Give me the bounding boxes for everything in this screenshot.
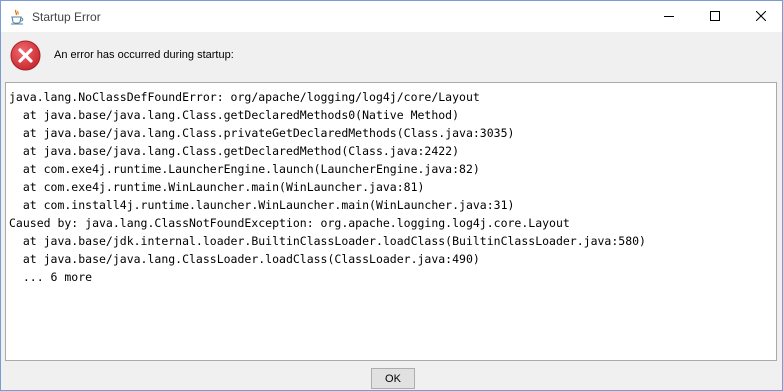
maximize-button[interactable] bbox=[692, 1, 737, 32]
trace-line: at java.base/java.lang.Class.getDeclared… bbox=[9, 144, 460, 158]
trace-line: at com.exe4j.runtime.WinLauncher.main(Wi… bbox=[9, 180, 425, 194]
close-icon bbox=[755, 8, 766, 26]
dialog-header: An error has occurred during startup: bbox=[1, 32, 782, 78]
trace-line: at java.base/java.lang.Class.getDeclared… bbox=[9, 108, 460, 122]
trace-line: at java.base/java.lang.Class.privateGetD… bbox=[9, 126, 515, 140]
trace-line: Caused by: java.lang.ClassNotFoundExcept… bbox=[9, 216, 570, 230]
close-button[interactable] bbox=[738, 1, 783, 32]
trace-line: at java.base/java.lang.ClassLoader.loadC… bbox=[9, 252, 480, 266]
trace-line: at java.base/jdk.internal.loader.Builtin… bbox=[9, 234, 646, 248]
java-cup-icon bbox=[9, 9, 25, 25]
trace-line: java.lang.NoClassDefFoundError: org/apac… bbox=[9, 90, 480, 104]
window-title: Startup Error bbox=[32, 10, 101, 24]
error-message: An error has occurred during startup: bbox=[54, 49, 234, 61]
trace-line: at com.exe4j.runtime.LauncherEngine.laun… bbox=[9, 162, 480, 176]
maximize-icon bbox=[709, 8, 720, 26]
trace-line: at com.install4j.runtime.launcher.WinLau… bbox=[9, 198, 515, 212]
title-bar[interactable]: Startup Error bbox=[1, 1, 782, 32]
trace-line: ... 6 more bbox=[9, 270, 93, 284]
ok-button[interactable]: OK bbox=[371, 368, 415, 389]
error-icon bbox=[10, 40, 41, 71]
stack-trace-text-area[interactable]: java.lang.NoClassDefFoundError: org/apac… bbox=[5, 82, 777, 361]
startup-error-dialog: Startup Error An error has occurred duri… bbox=[0, 0, 783, 391]
minimize-button[interactable] bbox=[646, 1, 691, 32]
minimize-icon bbox=[663, 8, 674, 26]
